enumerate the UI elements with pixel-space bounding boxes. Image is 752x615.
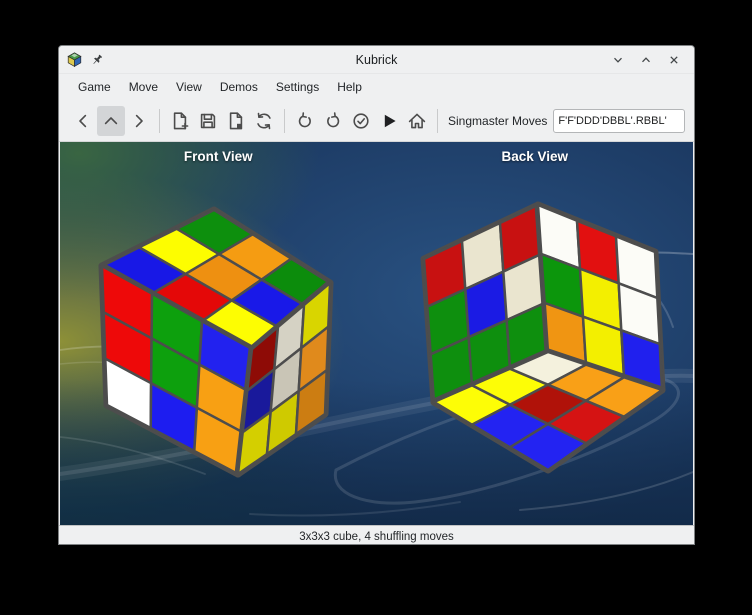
toolbar: Singmaster Moves <box>59 100 694 142</box>
toolbar-separator <box>159 109 160 133</box>
restart-puzzle-button[interactable] <box>250 106 278 136</box>
redo-button[interactable] <box>319 106 347 136</box>
close-button[interactable] <box>662 49 686 71</box>
redo-icon <box>322 110 344 132</box>
demo-play-button[interactable] <box>375 106 403 136</box>
menubar: Game Move View Demos Settings Help <box>59 74 694 100</box>
desktop-background: { "window": { "title": "Kubrick", "title… <box>0 0 752 615</box>
maximize-button[interactable] <box>634 49 658 71</box>
menu-move[interactable]: Move <box>120 76 167 98</box>
menu-help[interactable]: Help <box>328 76 371 98</box>
pin-icon[interactable] <box>89 52 105 68</box>
close-icon <box>666 52 682 68</box>
chevron-left-icon <box>72 110 94 132</box>
document-load-icon <box>225 110 247 132</box>
chevron-right-icon <box>128 110 150 132</box>
undo-button[interactable] <box>291 106 319 136</box>
next-move-button[interactable] <box>125 106 153 136</box>
undo-icon <box>294 110 316 132</box>
menu-view[interactable]: View <box>167 76 211 98</box>
menu-demos[interactable]: Demos <box>211 76 267 98</box>
status-text: 3x3x3 cube, 4 shuffling moves <box>299 531 454 543</box>
singmaster-input[interactable] <box>553 109 685 133</box>
chevron-down-icon <box>610 52 626 68</box>
chevron-up-icon <box>638 52 654 68</box>
kubrick-app-icon <box>67 52 82 67</box>
kubrick-window: Kubrick Game Move View Demos Settings He… <box>58 45 695 545</box>
refresh-icon <box>253 110 275 132</box>
singmaster-label: Singmaster Moves <box>448 114 547 128</box>
play-icon <box>378 110 400 132</box>
menu-settings[interactable]: Settings <box>267 76 328 98</box>
titlebar[interactable]: Kubrick <box>59 46 694 74</box>
save-puzzle-button[interactable] <box>194 106 222 136</box>
toolbar-separator <box>437 109 438 133</box>
window-title: Kubrick <box>59 53 694 67</box>
new-puzzle-button[interactable] <box>166 106 194 136</box>
solve-button[interactable] <box>347 106 375 136</box>
previous-move-button[interactable] <box>69 106 97 136</box>
statusbar: 3x3x3 cube, 4 shuffling moves <box>59 525 694 545</box>
home-icon <box>406 110 428 132</box>
toolbar-separator <box>284 109 285 133</box>
game-viewport[interactable]: Front View Back View <box>60 142 693 525</box>
save-icon <box>197 110 219 132</box>
check-circle-icon <box>350 110 372 132</box>
game-scene[interactable] <box>60 142 693 525</box>
load-puzzle-button[interactable] <box>222 106 250 136</box>
chevron-up-icon <box>100 110 122 132</box>
minimize-button[interactable] <box>606 49 630 71</box>
rotate-up-button[interactable] <box>97 106 125 136</box>
menu-game[interactable]: Game <box>69 76 120 98</box>
document-new-icon <box>169 110 191 132</box>
home-button[interactable] <box>403 106 431 136</box>
